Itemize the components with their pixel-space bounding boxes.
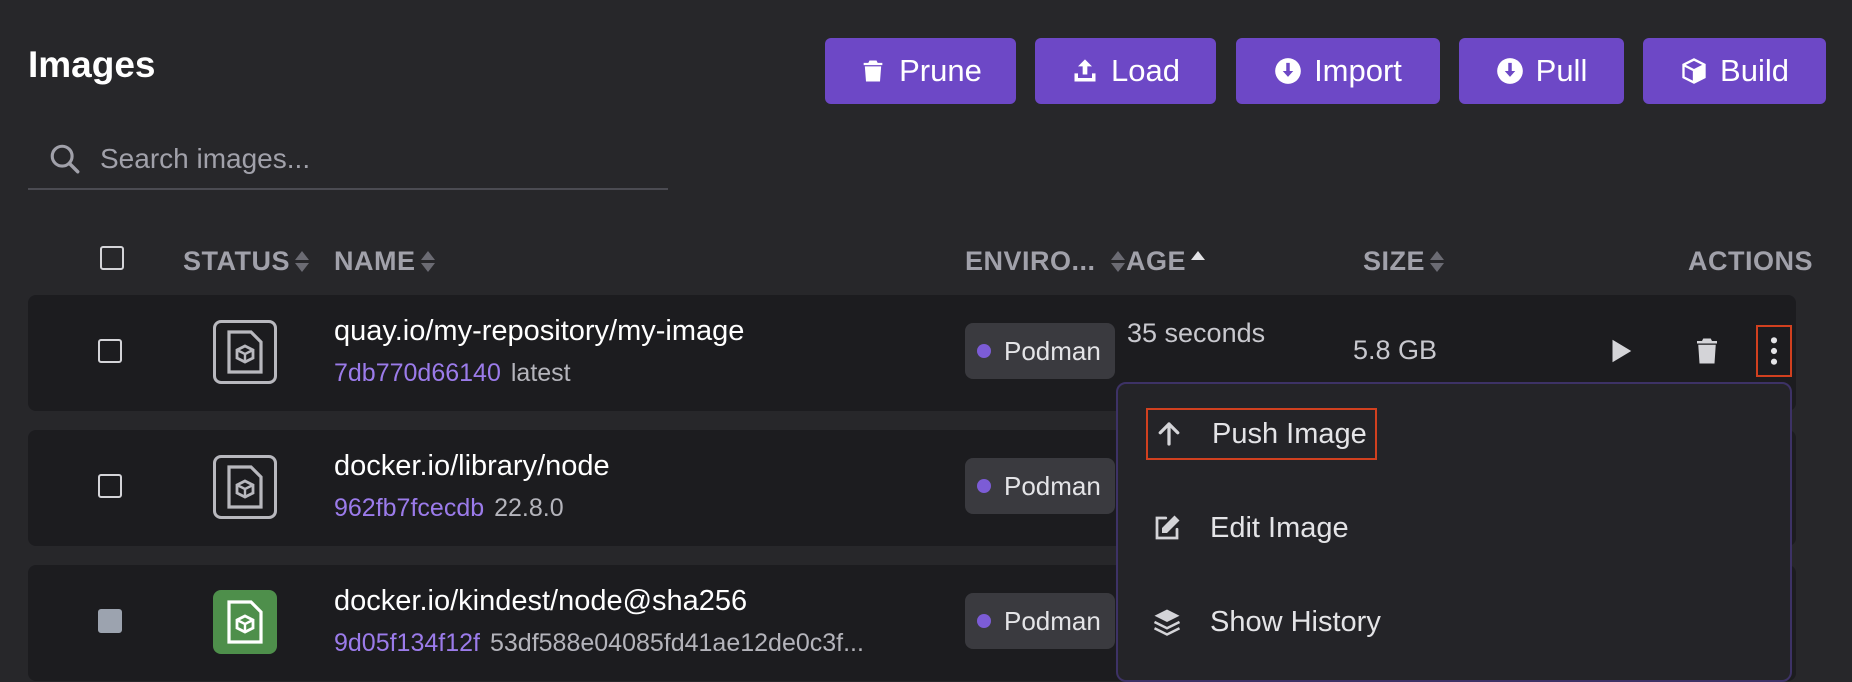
podman-dot-icon xyxy=(977,614,991,628)
upload-icon xyxy=(1074,59,1096,82)
image-id[interactable]: 9d05f134f12f xyxy=(334,629,480,657)
row-checkbox[interactable] xyxy=(98,474,122,498)
column-header-size[interactable]: SIZE xyxy=(1363,246,1445,277)
image-file-icon xyxy=(227,330,263,374)
environment-badge: Podman xyxy=(965,458,1115,514)
column-header-actions: ACTIONS xyxy=(1688,246,1813,277)
column-header-environment[interactable]: ENVIRO... xyxy=(965,246,1126,277)
menu-item-edit-image[interactable]: Edit Image xyxy=(1146,502,1349,554)
download-circle-icon xyxy=(1496,58,1523,84)
trash-icon xyxy=(1697,338,1717,364)
sort-icon xyxy=(1110,249,1126,275)
environment-badge: Podman xyxy=(965,323,1115,379)
menu-item-label: Push Image xyxy=(1212,417,1367,450)
column-header-age[interactable]: AGE xyxy=(1126,246,1206,277)
more-actions-button[interactable] xyxy=(1756,325,1792,377)
image-subtitle: 9d05f134f12f 53df588e04085fd41ae12de0c3f.… xyxy=(334,629,864,658)
menu-item-show-history[interactable]: Show History xyxy=(1146,596,1381,648)
menu-item-label: Show History xyxy=(1210,605,1381,638)
play-icon xyxy=(1612,339,1632,363)
podman-dot-icon xyxy=(977,479,991,493)
layers-icon xyxy=(1153,609,1181,636)
age-header-label: AGE xyxy=(1126,246,1187,276)
environment-badge: Podman xyxy=(965,593,1115,649)
menu-item-push-image[interactable]: Push Image xyxy=(1146,408,1377,460)
page-title: Images xyxy=(28,44,156,85)
row-checkbox[interactable] xyxy=(98,339,122,363)
image-size: 5.8 GB xyxy=(1353,335,1438,365)
sort-icon xyxy=(294,249,310,275)
image-tag: 53df588e04085fd41ae12de0c3f... xyxy=(489,629,864,657)
image-file-icon xyxy=(227,600,263,644)
column-header-name[interactable]: NAME xyxy=(334,246,436,277)
sort-ascending-icon xyxy=(1190,249,1206,275)
cube-icon xyxy=(1682,58,1706,84)
search-box xyxy=(28,132,668,190)
sort-icon xyxy=(1429,249,1445,275)
image-name[interactable]: docker.io/kindest/node@sha256 xyxy=(334,585,747,618)
environment-label: Podman xyxy=(1004,335,1101,366)
row-checkbox-disabled xyxy=(98,609,122,633)
image-subtitle: 962fb7fcecdb 22.8.0 xyxy=(334,494,564,523)
name-header-label: NAME xyxy=(334,246,416,276)
image-tag: latest xyxy=(510,359,571,387)
build-label: Build xyxy=(1720,53,1789,88)
trash-icon xyxy=(863,60,883,82)
search-input[interactable] xyxy=(98,138,652,180)
image-id[interactable]: 7db770d66140 xyxy=(334,359,501,387)
image-file-icon xyxy=(227,465,263,509)
actions-header-label: ACTIONS xyxy=(1688,246,1813,276)
column-header-status[interactable]: STATUS xyxy=(183,246,310,277)
pull-button[interactable]: Pull xyxy=(1459,38,1624,104)
download-circle-icon xyxy=(1275,58,1301,84)
menu-item-label: Edit Image xyxy=(1210,511,1349,544)
status-header-label: STATUS xyxy=(183,246,290,276)
image-id[interactable]: 962fb7fcecdb xyxy=(334,494,484,522)
image-age: 35 seconds xyxy=(1127,318,1266,348)
pull-label: Pull xyxy=(1535,53,1588,88)
image-status-icon xyxy=(213,455,277,519)
prune-label: Prune xyxy=(899,53,982,88)
load-button[interactable]: Load xyxy=(1035,38,1216,104)
import-label: Import xyxy=(1314,53,1402,88)
environment-header-label: ENVIRO... xyxy=(965,246,1096,276)
actions-dropdown-menu: Push Image Edit Image Show History xyxy=(1116,382,1792,682)
environment-label: Podman xyxy=(1004,605,1101,636)
kebab-menu-icon xyxy=(1770,337,1778,365)
build-button[interactable]: Build xyxy=(1643,38,1826,104)
select-all-checkbox[interactable] xyxy=(100,246,124,270)
arrow-up-icon xyxy=(1158,422,1180,446)
image-name[interactable]: docker.io/library/node xyxy=(334,450,610,483)
prune-button[interactable]: Prune xyxy=(825,38,1016,104)
run-image-button[interactable] xyxy=(1598,329,1642,373)
search-icon xyxy=(50,144,80,174)
delete-image-button[interactable] xyxy=(1685,329,1729,373)
image-in-use-icon xyxy=(213,590,277,654)
image-tag: 22.8.0 xyxy=(494,494,564,522)
image-name[interactable]: quay.io/my-repository/my-image xyxy=(334,315,744,348)
size-header-label: SIZE xyxy=(1363,246,1426,276)
image-status-icon xyxy=(213,320,277,384)
sort-icon xyxy=(420,249,436,275)
environment-label: Podman xyxy=(1004,470,1101,501)
load-label: Load xyxy=(1111,53,1180,88)
edit-icon xyxy=(1155,515,1180,540)
import-button[interactable]: Import xyxy=(1236,38,1440,104)
podman-dot-icon xyxy=(977,344,991,358)
image-subtitle: 7db770d66140 latest xyxy=(334,359,571,388)
